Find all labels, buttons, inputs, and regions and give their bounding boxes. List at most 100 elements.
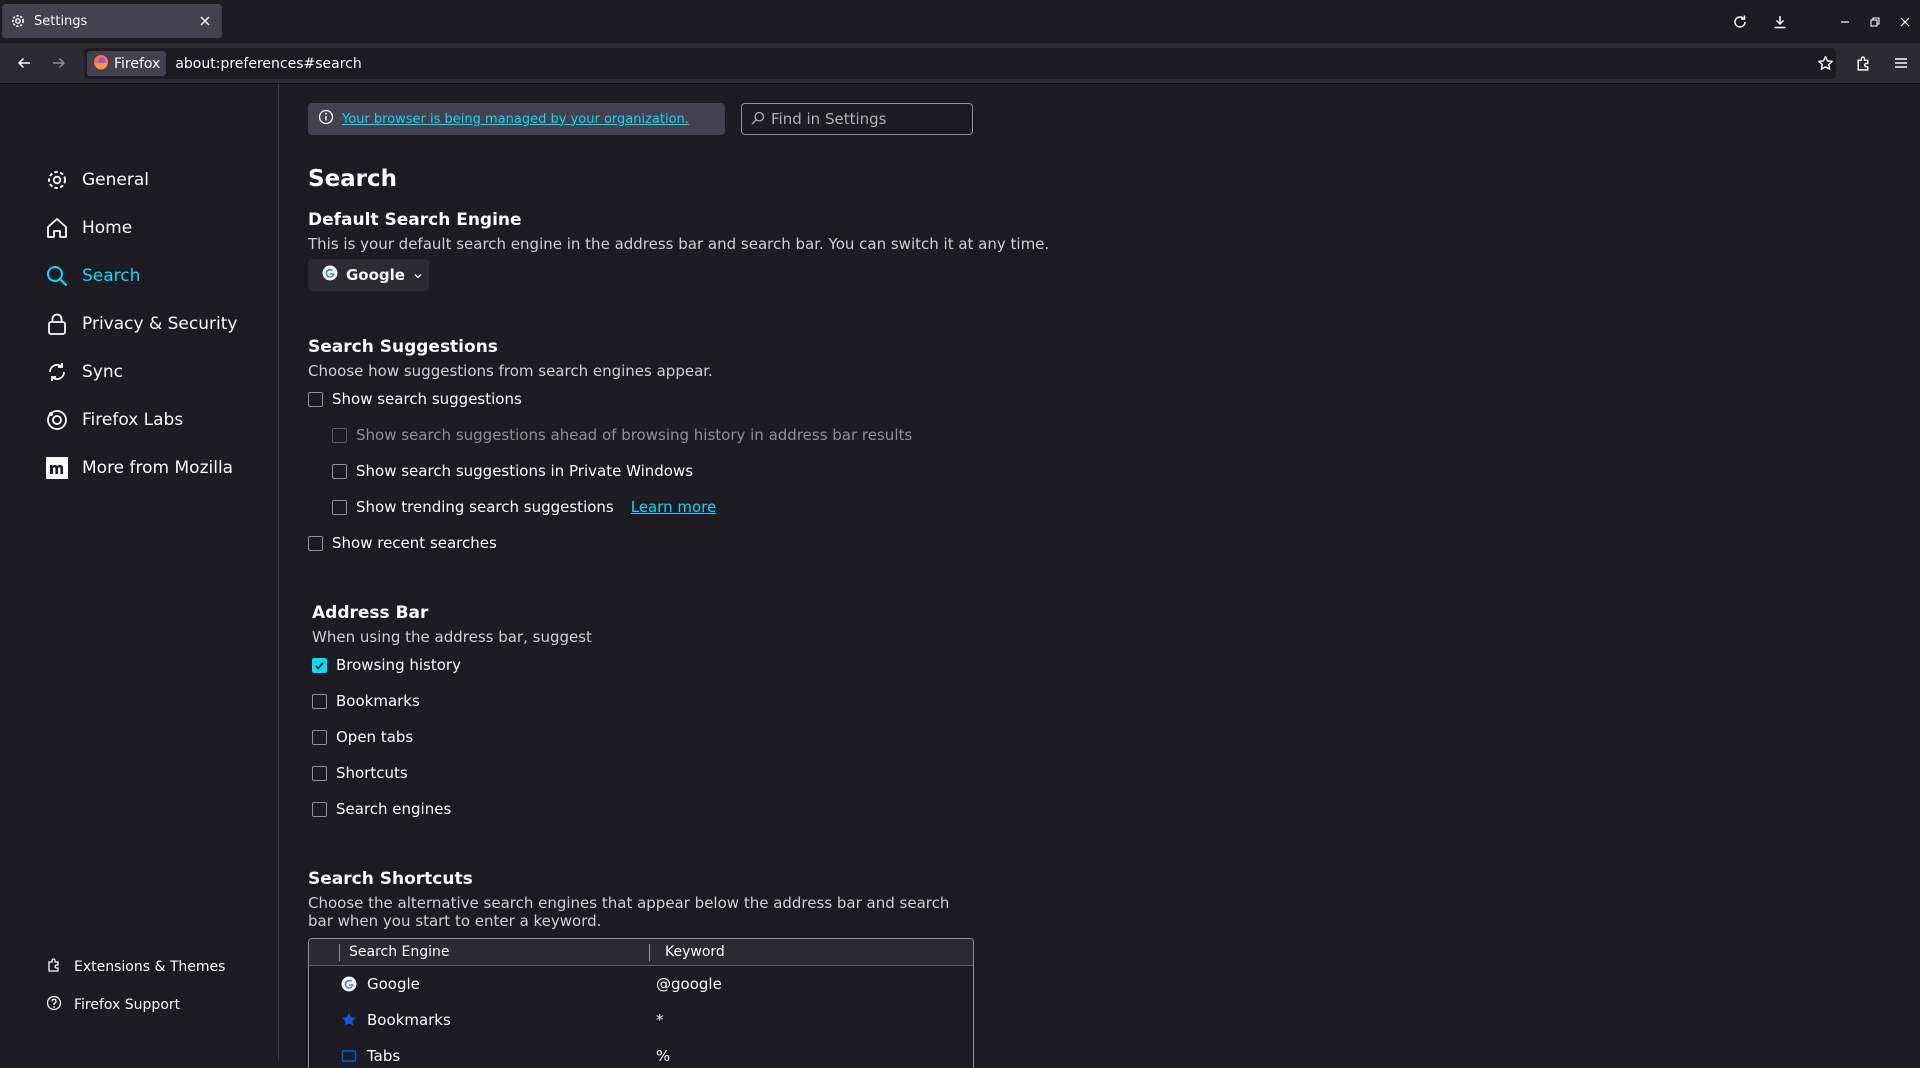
star-icon xyxy=(341,1012,357,1028)
column-header-engine[interactable]: Search Engine xyxy=(349,944,450,960)
option-label: Bookmarks xyxy=(336,692,420,710)
labs-icon xyxy=(44,407,70,433)
sync-icon xyxy=(44,359,70,385)
minimize-icon[interactable] xyxy=(1830,0,1860,43)
help-icon xyxy=(46,995,62,1015)
download-icon[interactable] xyxy=(1760,0,1800,43)
shortcuts-description: Choose the alternative search engines th… xyxy=(308,894,950,930)
search-icon xyxy=(751,110,765,129)
tab-settings[interactable]: Settings xyxy=(2,4,222,38)
search-engines-option[interactable]: Search engines xyxy=(312,797,451,821)
sidebar-item-privacy[interactable]: Privacy & Security xyxy=(44,304,264,344)
restore-icon[interactable] xyxy=(1860,0,1890,43)
url-text[interactable]: about:preferences#search xyxy=(175,56,361,72)
close-window-icon[interactable] xyxy=(1890,0,1920,43)
browsing-history-option[interactable]: Browsing history xyxy=(312,653,461,677)
reload-icon[interactable] xyxy=(1720,0,1760,43)
bookmarks-option[interactable]: Bookmarks xyxy=(312,689,420,713)
main-content: Your browser is being managed by your or… xyxy=(280,84,1920,1068)
checkbox[interactable] xyxy=(308,535,323,551)
option-label: Browsing history xyxy=(336,656,461,674)
firefox-support-link[interactable]: Firefox Support xyxy=(46,993,180,1017)
option-label: Open tabs xyxy=(336,728,414,746)
gear-icon xyxy=(44,167,70,193)
open-tabs-option[interactable]: Open tabs xyxy=(312,725,413,749)
address-bar-description: When using the address bar, suggest xyxy=(312,628,592,646)
sidebar-item-label: Sync xyxy=(82,362,123,382)
sidebar-item-home[interactable]: Home xyxy=(44,208,264,248)
engine-name: Tabs xyxy=(367,1047,401,1065)
checkbox[interactable] xyxy=(312,729,327,745)
menu-icon[interactable] xyxy=(1882,47,1920,79)
home-icon xyxy=(44,215,70,241)
bookmark-star-icon[interactable] xyxy=(1806,47,1844,79)
search-icon xyxy=(44,263,70,289)
option-label: Show recent searches xyxy=(332,534,497,552)
checkbox[interactable] xyxy=(312,657,327,673)
engine-keyword[interactable]: * xyxy=(656,1011,664,1029)
column-separator xyxy=(649,944,650,961)
option-label: Show search suggestions in Private Windo… xyxy=(356,462,694,480)
identity-box[interactable]: Firefox xyxy=(87,51,167,76)
default-engine-dropdown[interactable]: Google xyxy=(308,259,429,291)
sidebar-item-label: Search xyxy=(82,266,141,286)
extensions-themes-label: Extensions & Themes xyxy=(74,959,226,975)
url-bar[interactable]: Firefox about:preferences#search xyxy=(84,48,1836,79)
option-label: Search engines xyxy=(336,800,452,818)
engine-keyword[interactable]: @google xyxy=(656,975,722,993)
sidebar-item-more-from-mozilla[interactable]: More from Mozilla xyxy=(44,448,264,488)
sidebar-item-general[interactable]: General xyxy=(44,160,264,200)
table-row[interactable]: Google @google xyxy=(309,966,973,1002)
sidebar-item-sync[interactable]: Sync xyxy=(44,352,264,392)
learn-more-link[interactable]: Learn more xyxy=(631,498,717,516)
lock-icon xyxy=(44,311,70,337)
policies-notice: Your browser is being managed by your or… xyxy=(308,103,725,135)
checkbox[interactable] xyxy=(312,765,327,781)
puzzle-icon xyxy=(46,957,62,977)
chevron-down-icon xyxy=(413,266,423,285)
find-in-settings-input[interactable] xyxy=(771,110,961,128)
google-icon xyxy=(341,976,357,992)
checkbox[interactable] xyxy=(312,693,327,709)
checkbox[interactable] xyxy=(308,391,323,407)
engine-name: Bookmarks xyxy=(367,1011,451,1029)
checkbox[interactable] xyxy=(332,463,347,479)
tab-icon xyxy=(341,1048,357,1064)
checkbox[interactable] xyxy=(332,499,347,515)
engine-name: Google xyxy=(367,975,420,993)
close-icon[interactable] xyxy=(196,12,214,30)
table-row[interactable]: Tabs % xyxy=(309,1038,973,1068)
checkbox[interactable] xyxy=(312,801,327,817)
trending-suggestions-option[interactable]: Show trending search suggestions Learn m… xyxy=(332,495,716,519)
checkbox xyxy=(332,427,347,443)
private-windows-suggestions-option[interactable]: Show search suggestions in Private Windo… xyxy=(332,459,693,483)
extensions-themes-link[interactable]: Extensions & Themes xyxy=(46,955,225,979)
show-search-suggestions-option[interactable]: Show search suggestions xyxy=(308,387,522,411)
column-separator xyxy=(339,944,340,961)
suggestions-description: Choose how suggestions from search engin… xyxy=(308,362,713,380)
sidebar-item-firefox-labs[interactable]: Firefox Labs xyxy=(44,400,264,440)
find-in-settings[interactable] xyxy=(741,103,973,135)
sidebar-item-label: More from Mozilla xyxy=(82,458,234,478)
google-icon xyxy=(322,265,338,285)
forward-arrow-icon[interactable] xyxy=(42,47,76,79)
back-arrow-icon[interactable] xyxy=(7,47,41,79)
table-header: Search Engine Keyword xyxy=(309,939,973,966)
sidebar-item-search[interactable]: Search xyxy=(44,256,264,296)
suggestions-ahead-option: Show search suggestions ahead of browsin… xyxy=(332,423,912,447)
window-controls xyxy=(1720,0,1920,43)
firefox-support-label: Firefox Support xyxy=(74,997,181,1013)
table-row[interactable]: Bookmarks * xyxy=(309,1002,973,1038)
policies-link[interactable]: Your browser is being managed by your or… xyxy=(342,112,689,127)
default-engine-value: Google xyxy=(346,266,405,284)
extensions-icon[interactable] xyxy=(1844,47,1882,79)
option-label: Show trending search suggestions xyxy=(356,498,614,516)
column-header-keyword[interactable]: Keyword xyxy=(665,944,725,960)
engine-keyword[interactable]: % xyxy=(656,1047,670,1065)
recent-searches-option[interactable]: Show recent searches xyxy=(308,531,497,555)
shortcuts-option[interactable]: Shortcuts xyxy=(312,761,408,785)
sidebar-item-label: Firefox Labs xyxy=(82,410,184,430)
default-engine-heading: Default Search Engine xyxy=(308,210,522,230)
option-label: Show search suggestions xyxy=(332,390,522,408)
toolbar-right-buttons xyxy=(1806,47,1920,79)
